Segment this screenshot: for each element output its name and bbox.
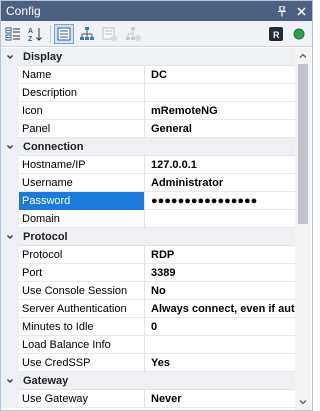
property-name[interactable]: Load Balance Info — [19, 335, 145, 354]
property-name[interactable]: Panel — [19, 119, 145, 138]
property-grid: Display Name DC Description Icon mRemoteNG Pan… — [1, 47, 296, 408]
category-label: Gateway — [23, 374, 69, 387]
property-row[interactable]: Use Console Session No — [1, 281, 296, 300]
row-gutter — [1, 299, 19, 318]
inheritance-tree-icon[interactable] — [77, 24, 97, 44]
property-row[interactable]: Server Authentication Always connect, eve… — [1, 299, 296, 318]
property-value[interactable]: 3389 — [145, 264, 296, 282]
property-row[interactable]: Hostname/IP 127.0.0.1 — [1, 155, 296, 174]
toolbar-separator — [50, 24, 51, 43]
property-value[interactable]: 0 — [145, 318, 296, 336]
property-name[interactable]: Use CredSSP — [19, 353, 145, 372]
property-row[interactable]: Use Gateway Never — [1, 389, 296, 408]
property-row[interactable]: Domain — [1, 209, 296, 228]
property-value[interactable]: DC — [145, 66, 296, 84]
property-value[interactable]: General — [145, 120, 296, 138]
row-gutter — [1, 335, 19, 354]
property-name[interactable]: Protocol — [19, 245, 145, 264]
row-gutter — [1, 389, 19, 408]
category-protocol[interactable]: Protocol — [1, 227, 296, 246]
default-inheritance-icon[interactable] — [123, 24, 143, 44]
property-row[interactable]: Load Balance Info — [1, 335, 296, 354]
row-gutter — [1, 263, 19, 282]
scrollbar-thumb[interactable] — [298, 64, 308, 224]
row-gutter — [1, 281, 19, 300]
property-name[interactable]: Description — [19, 83, 145, 102]
row-gutter — [1, 173, 19, 192]
property-value[interactable]: 127.0.0.1 — [145, 156, 296, 174]
vertical-scrollbar[interactable] — [295, 48, 311, 410]
toolbar: AZ R — [1, 21, 312, 47]
property-row[interactable]: Icon mRemoteNG — [1, 101, 296, 120]
collapse-chevron-icon[interactable] — [1, 227, 19, 246]
property-row[interactable]: Password ●●●●●●●●●●●●●●●● — [1, 191, 296, 210]
property-value[interactable]: mRemoteNG — [145, 102, 296, 120]
collapse-chevron-icon[interactable] — [1, 371, 19, 390]
property-row[interactable]: Port 3389 — [1, 263, 296, 282]
category-connection[interactable]: Connection — [1, 137, 296, 156]
row-gutter — [1, 209, 19, 228]
row-gutter — [1, 155, 19, 174]
property-row[interactable]: Name DC — [1, 65, 296, 84]
property-row[interactable]: Username Administrator — [1, 173, 296, 192]
property-name[interactable]: Name — [19, 65, 145, 84]
category-label: Display — [23, 50, 63, 63]
property-row[interactable]: Minutes to Idle 0 — [1, 317, 296, 336]
collapse-chevron-icon[interactable] — [1, 137, 19, 156]
property-name[interactable]: Use Gateway — [19, 389, 145, 408]
property-value[interactable]: Administrator — [145, 174, 296, 192]
property-value[interactable]: No — [145, 282, 296, 300]
collapse-chevron-icon[interactable] — [1, 47, 19, 66]
category-label: Protocol — [23, 230, 68, 243]
scroll-down-icon[interactable] — [295, 394, 311, 410]
property-name[interactable]: Minutes to Idle — [19, 317, 145, 336]
config-panel: Config AZ R Display Name DC Description … — [0, 0, 313, 411]
property-name[interactable]: Hostname/IP — [19, 155, 145, 174]
property-row[interactable]: Use CredSSP Yes — [1, 353, 296, 372]
property-value[interactable]: Never — [145, 390, 296, 408]
row-gutter — [1, 65, 19, 84]
property-name[interactable]: Username — [19, 173, 145, 192]
pin-icon[interactable] — [274, 3, 290, 19]
row-gutter — [1, 317, 19, 336]
property-value[interactable]: ●●●●●●●●●●●●●●●● — [145, 192, 296, 210]
badge-letter: R — [273, 30, 280, 40]
svg-text:A: A — [28, 28, 33, 35]
property-name[interactable]: Password — [19, 191, 145, 210]
window-title: Config — [6, 4, 41, 18]
row-gutter — [1, 119, 19, 138]
titlebar: Config — [1, 1, 312, 21]
property-name[interactable]: Use Console Session — [19, 281, 145, 300]
categorized-view-icon[interactable] — [3, 24, 23, 44]
category-label: Connection — [23, 140, 84, 153]
row-gutter — [1, 101, 19, 120]
property-row[interactable]: Protocol RDP — [1, 245, 296, 264]
property-value[interactable]: Always connect, even if auth — [145, 300, 296, 318]
row-gutter — [1, 245, 19, 264]
sort-alphabetical-icon[interactable]: AZ — [26, 24, 46, 44]
property-value[interactable]: RDP — [145, 246, 296, 264]
row-gutter — [1, 191, 19, 210]
svg-text:Z: Z — [28, 36, 33, 42]
row-gutter — [1, 83, 19, 102]
rdp-host-status-icon[interactable]: R — [266, 24, 286, 44]
category-display[interactable]: Display — [1, 47, 296, 66]
property-row[interactable]: Panel General — [1, 119, 296, 138]
property-value[interactable] — [145, 84, 296, 102]
scroll-up-icon[interactable] — [295, 48, 311, 64]
property-row[interactable]: Description — [1, 83, 296, 102]
property-value[interactable] — [145, 210, 296, 228]
close-icon[interactable] — [293, 3, 309, 19]
category-gateway[interactable]: Gateway — [1, 371, 296, 390]
properties-view-icon[interactable] — [54, 23, 74, 44]
property-value[interactable] — [145, 336, 296, 354]
property-name[interactable]: Port — [19, 263, 145, 282]
property-name[interactable]: Icon — [19, 101, 145, 120]
property-value[interactable]: Yes — [145, 354, 296, 372]
status-dot-icon — [289, 24, 309, 44]
row-gutter — [1, 353, 19, 372]
default-properties-icon[interactable] — [100, 24, 120, 44]
property-name[interactable]: Domain — [19, 209, 145, 228]
property-name[interactable]: Server Authentication — [19, 299, 145, 318]
